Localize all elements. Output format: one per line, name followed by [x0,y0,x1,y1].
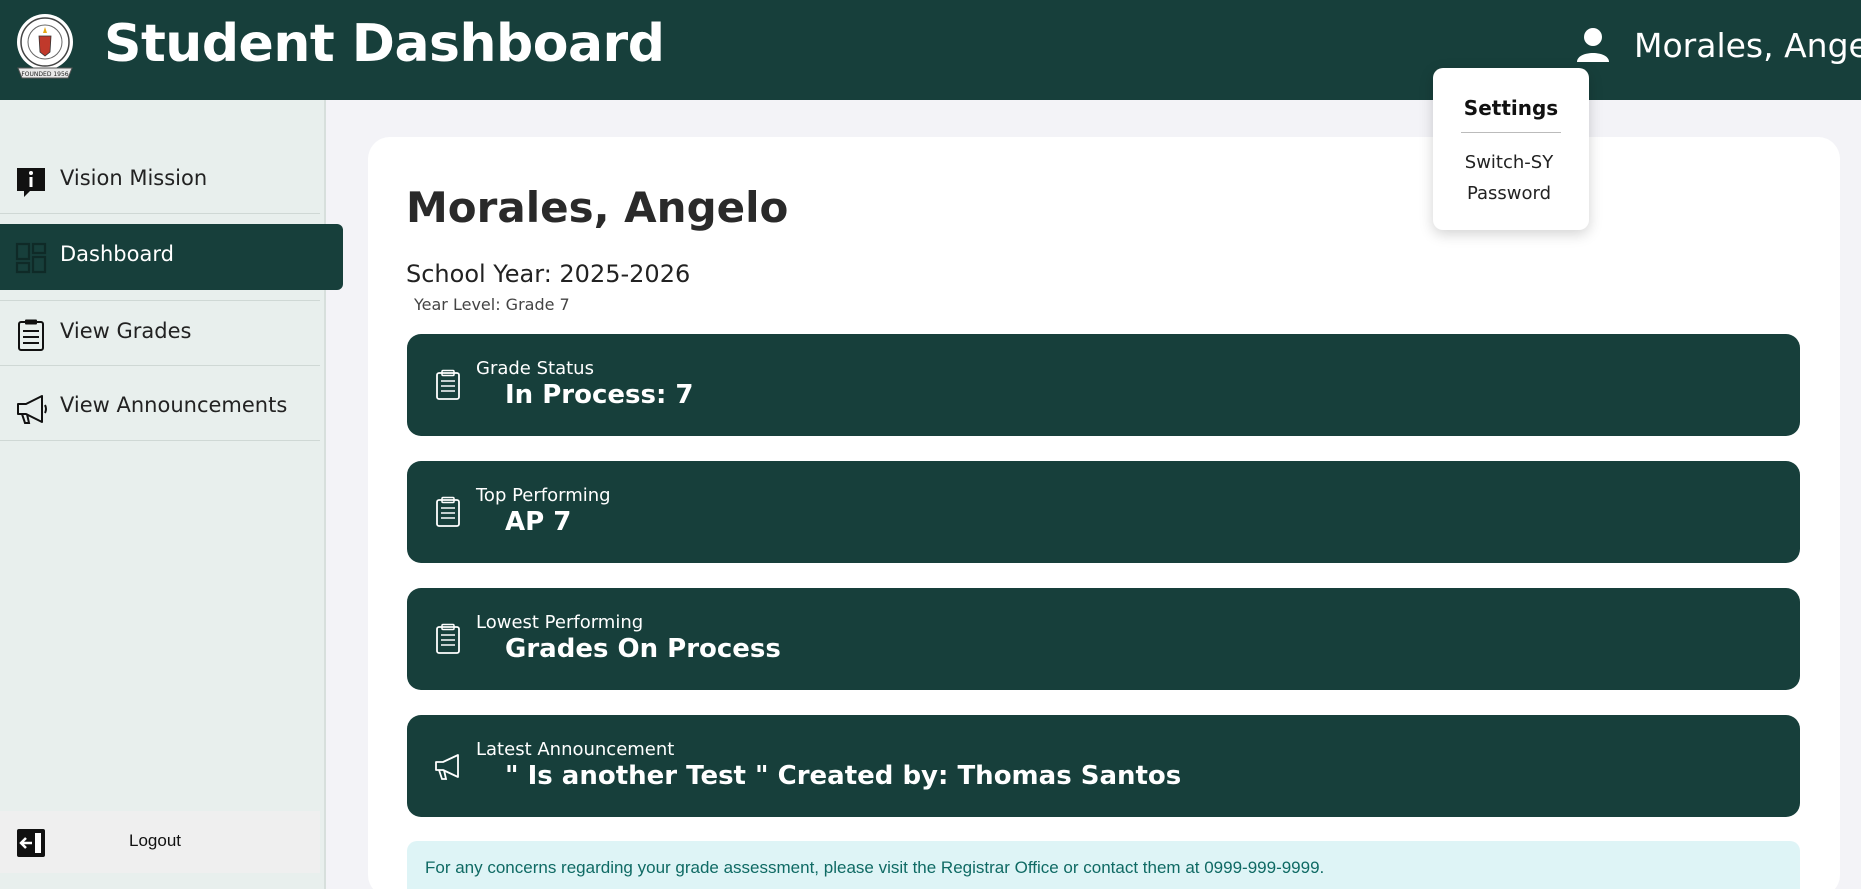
student-name: Morales, Angelo [406,183,789,232]
grid-icon [14,241,48,275]
megaphone-icon [14,392,48,426]
dropdown-title: Settings [1463,96,1559,120]
svg-text:FOUNDED 1956: FOUNDED 1956 [21,71,68,78]
stat-label: Grade Status [476,358,594,379]
switch-sy-menu-item[interactable]: Switch-SY [1433,152,1585,173]
sidebar-item-view-announcements[interactable]: View Announcements [0,375,320,441]
info-icon [14,165,48,199]
clipboard-icon [433,623,463,655]
logout-label: Logout [129,831,181,850]
clipboard-icon [433,369,463,401]
sidebar-item-label: View Announcements [60,393,288,417]
lowest-performing-card: Lowest Performing Grades On Process [407,588,1800,690]
notice-text: For any concerns regarding your grade as… [425,858,1325,877]
sidebar-item-vision-mission[interactable]: Vision Mission [0,148,320,214]
sidebar-item-dashboard[interactable]: Dashboard [0,224,343,290]
dashboard-card: Morales, Angelo School Year: 2025-2026 Y… [368,137,1840,889]
registrar-notice: For any concerns regarding your grade as… [407,841,1800,889]
clipboard-icon [14,318,48,352]
stat-value: AP 7 [505,507,572,537]
sidebar-item-label: View Grades [60,319,192,343]
user-menu-name[interactable]: Morales, Angelo [1634,26,1861,65]
stat-label: Top Performing [476,485,611,506]
stat-value: In Process: 7 [505,380,694,410]
stat-value: Grades On Process [505,634,781,664]
page-title: Student Dashboard [104,14,665,74]
person-icon[interactable] [1574,26,1612,66]
password-menu-item[interactable]: Password [1433,183,1585,204]
sidebar-item-view-grades[interactable]: View Grades [0,300,320,366]
school-seal-icon: FOUNDED 1956 [14,12,76,82]
dropdown-divider [1461,132,1561,133]
stat-value: " Is another Test " Created by: Thomas S… [505,761,1182,791]
sidebar-item-label: Dashboard [60,242,174,266]
sidebar-item-label: Vision Mission [60,166,208,190]
stat-label: Lowest Performing [476,612,644,633]
logout-button[interactable]: Logout [0,811,320,873]
sidebar: Vision Mission Dashboard View Grades Vie… [0,100,343,889]
year-level: Year Level: Grade 7 [414,295,570,314]
megaphone-icon [433,750,463,782]
grade-status-card: Grade Status In Process: 7 [407,334,1800,436]
top-performing-card: Top Performing AP 7 [407,461,1800,563]
latest-announcement-card[interactable]: Latest Announcement " Is another Test " … [407,715,1800,817]
school-year: School Year: 2025-2026 [406,260,691,288]
clipboard-icon [433,496,463,528]
settings-dropdown: Settings Switch-SY Password [1433,68,1589,230]
stat-label: Latest Announcement [476,739,675,760]
